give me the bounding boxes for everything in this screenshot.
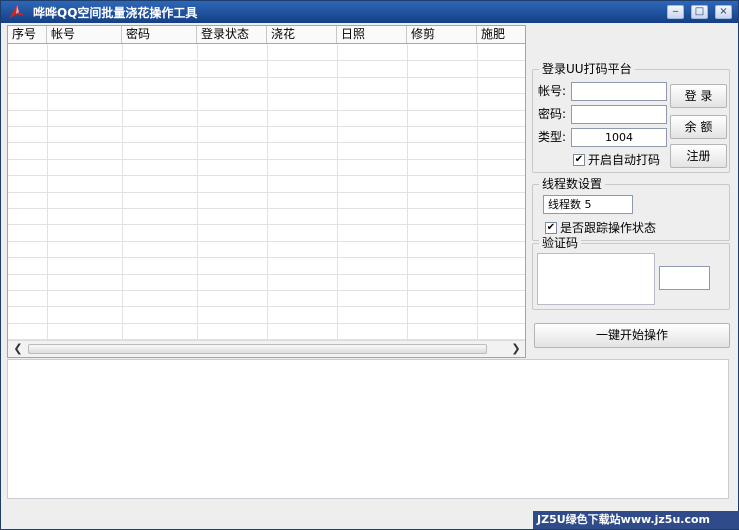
auto-captcha-label: 开启自动打码 <box>588 153 661 167</box>
log-output[interactable] <box>7 359 729 499</box>
captcha-group: 验证码 <box>532 236 730 310</box>
minimize-icon: ‒ <box>672 6 679 17</box>
thread-settings-group-title: 线程数设置 <box>539 177 606 191</box>
maximize-icon: □ <box>694 6 705 17</box>
column-header-fertilize[interactable]: 施肥 <box>477 26 525 43</box>
column-header-index[interactable]: 序号 <box>8 26 47 43</box>
thread-settings-group: 线程数设置 线程数 5 ✔ 是否跟踪操作状态 <box>532 177 730 241</box>
checkmark-icon: ✔ <box>546 222 556 233</box>
password-label: 密码: <box>538 107 567 121</box>
captcha-platform-group-title: 登录UU打码平台 <box>539 62 635 76</box>
scroll-right-icon[interactable]: ❯ <box>509 342 523 356</box>
login-button[interactable]: 登 录 <box>670 84 727 108</box>
table-column-divider <box>337 44 338 340</box>
column-header-password[interactable]: 密码 <box>122 26 197 43</box>
column-header-sunlight[interactable]: 日照 <box>337 26 407 43</box>
captcha-input[interactable] <box>659 266 710 290</box>
track-status-label: 是否跟踪操作状态 <box>560 221 657 235</box>
window-title: 哗哗QQ空间批量浇花操作工具 <box>33 6 198 20</box>
main-window: 哗哗QQ空间批量浇花操作工具 ‒ □ × 序号 帐号 密码 登录状态 浇花 日照… <box>0 0 739 530</box>
column-header-water[interactable]: 浇花 <box>267 26 337 43</box>
start-all-button[interactable]: 一键开始操作 <box>534 323 730 348</box>
password-input[interactable] <box>571 105 667 124</box>
captcha-platform-group: 登录UU打码平台 帐号: 密码: 类型: 1004 登 录 余 额 注册 ✔ 开… <box>532 62 730 173</box>
track-status-checkbox[interactable]: ✔ <box>545 222 557 234</box>
table-column-divider <box>477 44 478 340</box>
scroll-left-icon[interactable]: ❮ <box>11 342 25 356</box>
account-input[interactable] <box>571 82 667 101</box>
thread-count-input[interactable]: 线程数 5 <box>543 195 633 214</box>
title-bar[interactable]: 哗哗QQ空间批量浇花操作工具 ‒ □ × <box>1 1 738 23</box>
app-logo-icon <box>9 5 25 19</box>
balance-button[interactable]: 余 额 <box>670 115 727 139</box>
column-header-login-status[interactable]: 登录状态 <box>197 26 267 43</box>
column-header-prune[interactable]: 修剪 <box>407 26 477 43</box>
table-column-divider <box>197 44 198 340</box>
scrollbar-thumb[interactable] <box>28 344 487 354</box>
type-input[interactable]: 1004 <box>571 128 667 147</box>
type-label: 类型: <box>538 130 567 144</box>
watermark-text: JZ5U绿色下载站www.jz5u.com <box>533 511 739 529</box>
column-header-account[interactable]: 帐号 <box>47 26 122 43</box>
captcha-image <box>537 253 655 305</box>
checkmark-icon: ✔ <box>574 154 584 165</box>
close-icon: × <box>719 6 728 17</box>
captcha-group-title: 验证码 <box>539 236 582 250</box>
register-button[interactable]: 注册 <box>670 144 727 168</box>
account-table[interactable]: 序号 帐号 密码 登录状态 浇花 日照 修剪 施肥 ❮ ❯ <box>7 25 526 358</box>
table-column-divider <box>267 44 268 340</box>
horizontal-scrollbar[interactable]: ❮ ❯ <box>8 340 525 357</box>
maximize-button[interactable]: □ <box>691 5 708 19</box>
minimize-button[interactable]: ‒ <box>667 5 684 19</box>
auto-captcha-checkbox[interactable]: ✔ <box>573 154 585 166</box>
account-label: 帐号: <box>538 84 567 98</box>
table-column-divider <box>47 44 48 340</box>
table-body[interactable] <box>8 44 525 341</box>
table-header: 序号 帐号 密码 登录状态 浇花 日照 修剪 施肥 <box>8 26 525 44</box>
table-column-divider <box>122 44 123 340</box>
table-column-divider <box>407 44 408 340</box>
close-button[interactable]: × <box>715 5 732 19</box>
